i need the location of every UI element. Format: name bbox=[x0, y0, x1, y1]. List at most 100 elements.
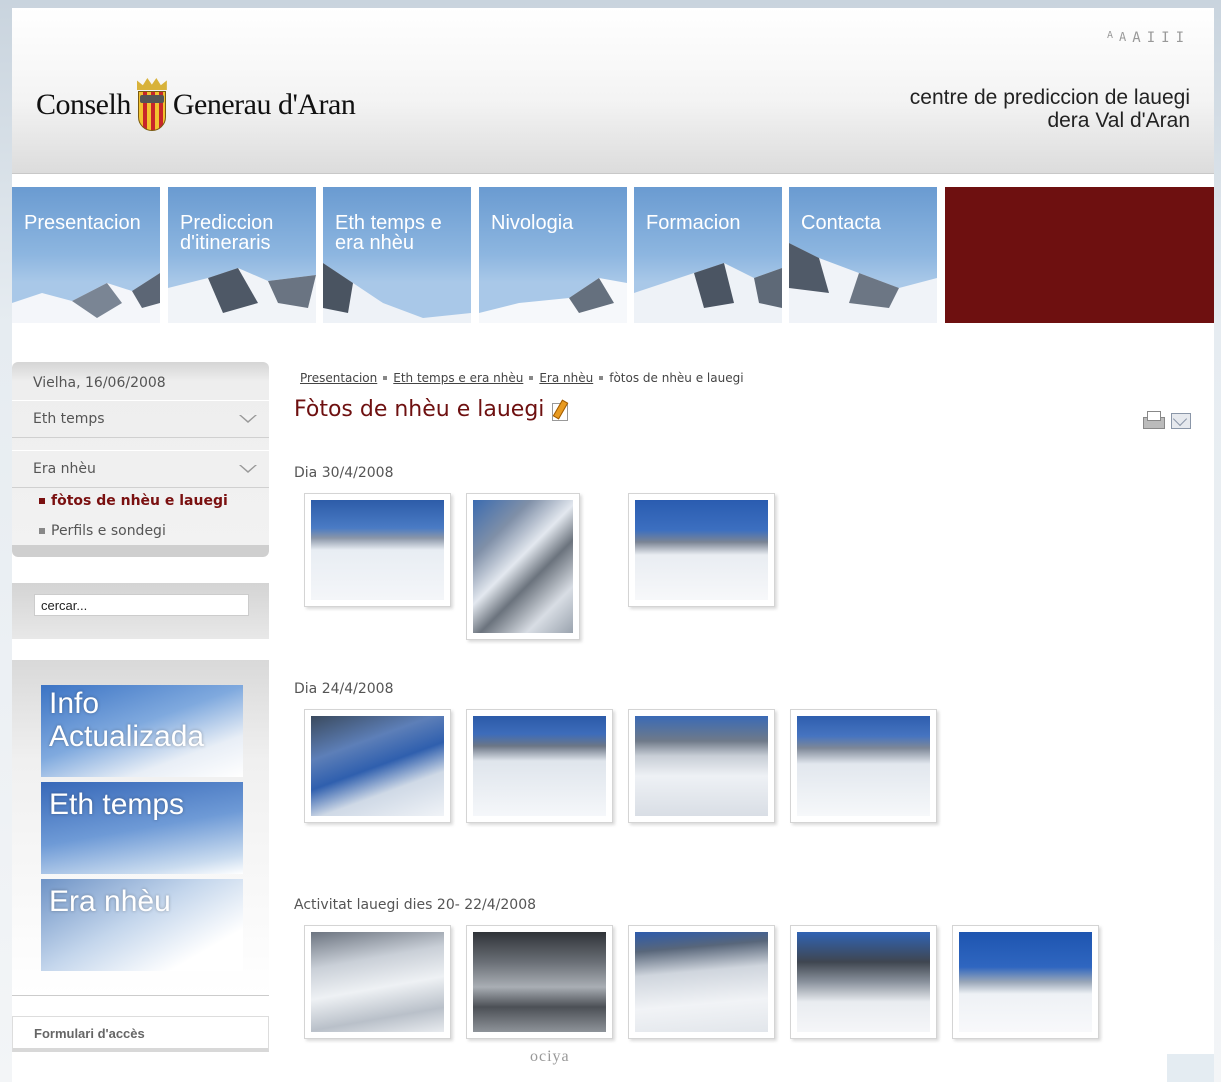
breadcrumb-separator bbox=[383, 376, 388, 380]
site-logo[interactable]: Conselh Generau d'Aran bbox=[36, 78, 356, 132]
nav-tab-label: Contacta bbox=[801, 212, 882, 234]
search-panel bbox=[12, 583, 269, 639]
section-label: Dia 30/4/2008 bbox=[294, 465, 394, 481]
sidebar-item-eth-temps[interactable]: Eth temps bbox=[12, 400, 269, 438]
mountain-image bbox=[634, 263, 782, 323]
nav-filler-panel bbox=[945, 187, 1214, 323]
nav-tab-label: Prediccion d'itineraris bbox=[180, 212, 274, 254]
logo-text-right: Generau d'Aran bbox=[172, 88, 356, 121]
font-size-small-icon[interactable]: A bbox=[1107, 30, 1113, 46]
photo-thumbnail[interactable] bbox=[304, 493, 451, 607]
breadcrumb-link-presentacion[interactable]: Presentacion bbox=[300, 371, 377, 385]
sidebar-bottom-edge bbox=[12, 545, 269, 557]
snow-photo bbox=[635, 500, 768, 600]
login-form-link[interactable]: Formulari d'accès bbox=[12, 1016, 269, 1052]
current-date: Vielha, 16/06/2008 bbox=[33, 375, 166, 391]
page-tools bbox=[1142, 410, 1192, 430]
bullet-icon bbox=[39, 528, 45, 534]
subitem-fotos[interactable]: fòtos de nhèu e lauegi bbox=[39, 493, 228, 509]
breadcrumb-separator bbox=[529, 376, 534, 380]
tagline-line1: centre de prediccion de lauegi bbox=[909, 86, 1190, 109]
promo-label: Eth temps bbox=[49, 788, 185, 821]
photo-thumbnail[interactable] bbox=[952, 925, 1099, 1039]
logo-text-left: Conselh bbox=[36, 88, 131, 121]
snow-photo bbox=[311, 716, 444, 816]
nav-tab-contacta[interactable]: Contacta bbox=[789, 187, 937, 323]
photo-thumbnail[interactable] bbox=[466, 709, 613, 823]
contrast-high-icon[interactable]: I bbox=[1176, 30, 1184, 46]
sidebar-item-label: Era nhèu bbox=[33, 461, 96, 477]
snow-photo bbox=[473, 500, 573, 633]
nav-tab-label: Eth temps e era nhèu bbox=[335, 212, 442, 254]
corner-decoration bbox=[1167, 1054, 1214, 1082]
promo-panel: Info Actualizada Eth temps Era nhèu bbox=[12, 660, 269, 996]
mountain-image bbox=[12, 273, 160, 323]
subitem-label: fòtos de nhèu e lauegi bbox=[51, 493, 228, 509]
snow-photo bbox=[311, 932, 444, 1032]
chevron-down-icon bbox=[239, 465, 257, 473]
contrast-low-icon[interactable]: I bbox=[1147, 30, 1155, 46]
nav-tab-eth-temps[interactable]: Eth temps e era nhèu bbox=[323, 187, 471, 323]
edit-icon[interactable] bbox=[552, 400, 570, 421]
page-title: Fòtos de nhèu e lauegi bbox=[294, 397, 570, 422]
sidebar-item-label: Eth temps bbox=[33, 411, 105, 427]
contrast-medium-icon[interactable]: I bbox=[1161, 30, 1169, 46]
site-tagline: centre de prediccion de lauegi dera Val … bbox=[910, 86, 1190, 132]
breadcrumb: Presentacion Eth temps e era nhèu Era nh… bbox=[300, 371, 744, 385]
login-label: Formulari d'accès bbox=[34, 1026, 145, 1041]
promo-label: Era nhèu bbox=[49, 885, 171, 918]
font-size-large-icon[interactable]: A bbox=[1132, 30, 1140, 46]
subitem-label: Perfils e sondegi bbox=[51, 523, 166, 539]
promo-label: Info Actualizada bbox=[49, 687, 205, 753]
chevron-down-icon bbox=[239, 415, 257, 423]
nav-tab-nivologia[interactable]: Nivologia bbox=[479, 187, 627, 323]
photo-thumbnail[interactable] bbox=[466, 925, 613, 1039]
photo-thumbnail[interactable] bbox=[790, 709, 937, 823]
mountain-image bbox=[168, 268, 316, 323]
main-nav: Presentacion Prediccion d'itineraris Eth… bbox=[12, 187, 1214, 323]
mountain-image bbox=[789, 243, 937, 323]
font-size-medium-icon[interactable]: A bbox=[1119, 30, 1126, 46]
bullet-icon bbox=[39, 498, 45, 504]
nav-tab-label: Presentacion bbox=[24, 212, 141, 234]
photo-thumbnail[interactable] bbox=[790, 925, 937, 1039]
breadcrumb-separator bbox=[599, 376, 604, 380]
snow-photo bbox=[473, 932, 606, 1032]
snow-photo bbox=[311, 500, 444, 600]
breadcrumb-current: fòtos de nhèu e lauegi bbox=[609, 371, 744, 385]
photo-thumbnail[interactable] bbox=[304, 925, 451, 1039]
promo-eth-temps[interactable]: Eth temps bbox=[41, 782, 243, 874]
snow-photo bbox=[959, 932, 1092, 1032]
mountain-image bbox=[323, 263, 471, 323]
breadcrumb-link-eth-temps[interactable]: Eth temps e era nhèu bbox=[393, 371, 523, 385]
promo-info-actualizada[interactable]: Info Actualizada bbox=[41, 685, 243, 777]
tagline-line2: dera Val d'Aran bbox=[1047, 109, 1190, 132]
breadcrumb-link-era-nheu[interactable]: Era nhèu bbox=[539, 371, 593, 385]
aran-shield-icon bbox=[135, 78, 169, 132]
sidebar-menu: Vielha, 16/06/2008 Eth temps Era nhèu fò… bbox=[12, 362, 269, 557]
nav-tab-prediccion[interactable]: Prediccion d'itineraris bbox=[168, 187, 316, 323]
send-email-icon[interactable] bbox=[1170, 410, 1192, 430]
photo-thumbnail[interactable] bbox=[304, 709, 451, 823]
print-icon[interactable] bbox=[1142, 410, 1165, 430]
photo-thumbnail[interactable] bbox=[628, 709, 775, 823]
search-input[interactable] bbox=[34, 594, 249, 616]
promo-era-nheu[interactable]: Era nhèu bbox=[41, 879, 243, 971]
snow-photo bbox=[797, 716, 930, 816]
nav-tab-formacion[interactable]: Formacion bbox=[634, 187, 782, 323]
photo-thumbnail[interactable] bbox=[466, 493, 580, 640]
photo-thumbnail[interactable] bbox=[628, 925, 775, 1039]
snow-photo bbox=[797, 932, 930, 1032]
nav-tab-presentacion[interactable]: Presentacion bbox=[12, 187, 160, 323]
mountain-image bbox=[479, 278, 627, 323]
photo-thumbnail[interactable] bbox=[628, 493, 775, 607]
sidebar-item-era-nheu[interactable]: Era nhèu bbox=[12, 450, 269, 488]
site-header: Conselh Generau d'Aran A A A I I I centr… bbox=[12, 8, 1214, 174]
subitem-perfils[interactable]: Perfils e sondegi bbox=[39, 523, 166, 539]
snow-photo bbox=[635, 716, 768, 816]
section-label: Activitat lauegi dies 20- 22/4/2008 bbox=[294, 897, 537, 913]
snow-photo bbox=[635, 932, 768, 1032]
nav-tab-label: Nivologia bbox=[491, 212, 574, 234]
section-label: Dia 24/4/2008 bbox=[294, 681, 394, 697]
footer-partial-text: ociya bbox=[530, 1048, 570, 1065]
